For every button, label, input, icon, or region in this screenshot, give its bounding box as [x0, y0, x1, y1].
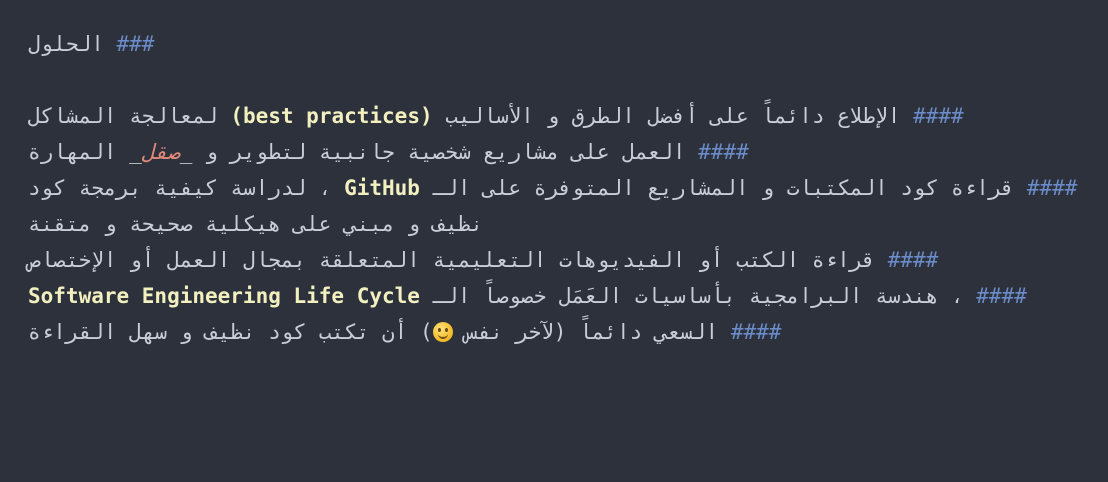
list-item: #### قراءة الكتب أو الفيديوهات التعليمية…	[28, 242, 1080, 278]
item-marker: ####	[730, 320, 782, 344]
item-text: قراءة كود المكتبات و المشاريع المتوفرة ع…	[432, 176, 1015, 200]
list-item: #### السعي دائماً (لآخر نفس ) أن تكتب كو…	[28, 314, 1080, 350]
item-text: لمعالجة المشاكل	[28, 104, 218, 128]
item-text: السعي دائماً	[579, 320, 719, 344]
heading-marker: ###	[116, 32, 155, 56]
item-text: أن تكتب كود نظيف و سهل القراءة	[28, 320, 408, 344]
item-text: ، هندسة البرامجية بأساسيات العَمَل	[559, 284, 964, 308]
item-marker: ####	[698, 140, 749, 164]
list-item: #### الإطلاع دائماً على أفضل الطرق و الأ…	[28, 98, 1080, 134]
heading-text: الحلول	[28, 32, 104, 56]
item-paren: (لآخر نفس	[465, 320, 567, 344]
item-paren-close: )	[419, 320, 433, 344]
item-marker: ####	[976, 284, 1027, 308]
item-text: المهارة	[28, 140, 117, 164]
list-item: #### ، هندسة البرامجية بأساسيات العَمَل …	[28, 278, 1080, 314]
item-keyword: Software Engineering Life Cycle	[28, 284, 420, 308]
item-marker: ####	[1026, 176, 1078, 200]
item-emphasis: صقل	[141, 140, 180, 164]
item-text: الإطلاع دائماً على أفضل الطرق و الأساليب	[445, 104, 901, 128]
heading-line: ### الحلول	[28, 26, 1080, 62]
item-marker: ####	[913, 104, 964, 128]
item-text: قراءة الكتب أو الفيديوهات التعليمية المت…	[28, 248, 876, 272]
item-marker: ####	[887, 248, 939, 272]
list-item: #### قراءة كود المكتبات و المشاريع المتو…	[28, 170, 1080, 242]
list-item: #### العمل على مشاريع شخصية جانبية لتطوي…	[28, 140, 749, 164]
slightly-smiling-face-icon	[432, 322, 453, 342]
item-text: العمل على مشاريع شخصية جانبية لتطوير و	[205, 140, 686, 164]
item-keyword: (best practices)	[230, 104, 433, 128]
item-text: خصوصاً الـ	[432, 284, 547, 308]
markdown-editor[interactable]: ### الحلول #### الإطلاع دائماً على أفضل …	[0, 0, 1108, 482]
item-keyword: GitHub	[344, 176, 420, 200]
